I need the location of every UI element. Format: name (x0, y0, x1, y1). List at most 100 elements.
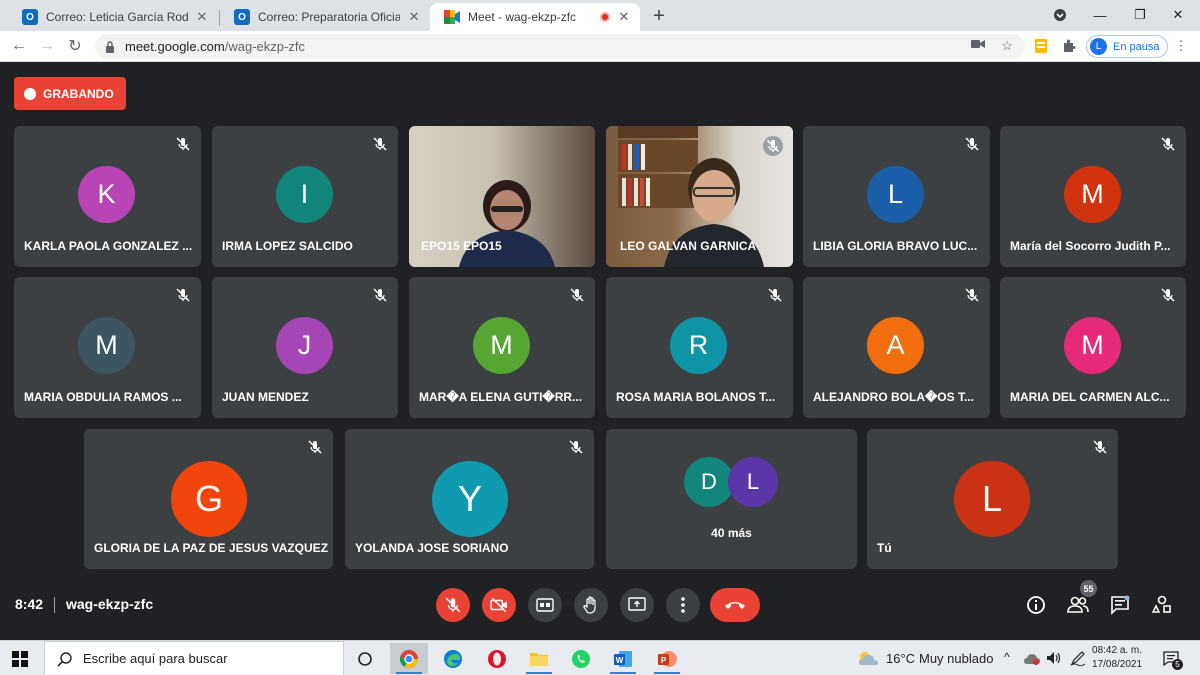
mic-off-icon (176, 137, 190, 151)
windows-start-icon[interactable] (12, 651, 28, 667)
participant-name: EPO15 EPO15 (421, 239, 502, 253)
word-icon: W (614, 650, 632, 667)
folder-icon (530, 652, 548, 666)
info-icon (1027, 596, 1045, 614)
avatar: M (1064, 166, 1121, 223)
present-screen-button[interactable] (620, 588, 654, 622)
activities-button[interactable] (1150, 593, 1174, 617)
taskbar-whatsapp[interactable] (562, 643, 600, 674)
taskbar-chrome[interactable] (390, 643, 428, 674)
powerpoint-icon: P (658, 650, 677, 667)
record-dot-icon (24, 87, 36, 100)
participant-name: MARIA DEL CARMEN ALC... (1010, 390, 1170, 404)
participant-tile[interactable]: R ROSA MARIA BOLANOS T... (606, 277, 793, 418)
participant-name: ROSA MARIA BOLANOS T... (616, 390, 776, 404)
more-participants-label: 40 más (711, 526, 752, 540)
meeting-code: wag-ekzp-zfc (66, 596, 154, 612)
forward-button[interactable]: → (36, 35, 58, 57)
taskbar-clock[interactable]: 08:42 a. m. 17/08/2021 (1092, 644, 1142, 672)
taskbar-opera[interactable] (478, 643, 516, 674)
chat-button[interactable] (1108, 593, 1132, 617)
people-count-badge: 55 (1080, 580, 1097, 597)
present-icon (628, 597, 646, 611)
participant-tile[interactable]: G GLORIA DE LA PAZ DE JESUS VAZQUEZ (84, 429, 333, 569)
avatar: L (954, 461, 1030, 537)
new-tab-button[interactable]: + (648, 5, 670, 27)
tab-meet[interactable]: Meet - wag-ekzp-zfc ✕ (430, 3, 640, 31)
more-participants-tile[interactable]: D L 40 más (606, 429, 857, 569)
more-options-button[interactable] (666, 588, 700, 622)
participant-tile[interactable]: M MARIA OBDULIA RAMOS ... (14, 277, 201, 418)
weather-desc[interactable]: Muy nublado (919, 651, 993, 666)
back-button[interactable]: ← (8, 35, 30, 57)
participant-tile[interactable]: M MARIA DEL CARMEN ALC... (1000, 277, 1186, 418)
participant-name: MAR�A ELENA GUTI�RR... (419, 390, 583, 404)
profile-button[interactable]: L En pausa (1086, 35, 1169, 58)
task-view-button[interactable] (346, 643, 384, 674)
minimize-button[interactable]: — (1084, 4, 1116, 26)
meeting-details-button[interactable] (1024, 593, 1048, 617)
taskbar-word[interactable]: W (604, 643, 642, 674)
clock-time: 08:42 a. m. (1092, 645, 1143, 656)
tab-correo-leticia[interactable]: O Correo: Leticia García Rodríguez ✕ (8, 3, 218, 31)
divider (54, 597, 55, 613)
search-placeholder: Escribe aquí para buscar (83, 651, 228, 666)
participant-tile[interactable]: A ALEJANDRO BOLA�OS T... (803, 277, 990, 418)
weather-temp[interactable]: 16°C (886, 651, 915, 666)
avatar: L (728, 457, 778, 507)
restore-button[interactable]: ❐ (1124, 4, 1156, 26)
tab-correo-preparatoria[interactable]: O Correo: Preparatoria Oficial Num ✕ (220, 3, 430, 31)
close-icon[interactable]: ✕ (406, 9, 422, 25)
reload-button[interactable]: ↻ (64, 35, 86, 57)
outlook-icon: O (234, 9, 250, 25)
show-hidden-icons-icon[interactable]: ^ (1004, 650, 1010, 664)
participant-video-tile[interactable]: LEO GALVAN GARNICA (606, 126, 793, 267)
participant-tile[interactable]: Y YOLANDA JOSE SORIANO (345, 429, 594, 569)
close-icon[interactable]: ✕ (616, 9, 632, 25)
profile-status: En pausa (1113, 40, 1160, 53)
extensions-puzzle-icon[interactable] (1060, 37, 1078, 55)
recording-label: GRABANDO (43, 86, 114, 101)
mic-off-icon (1161, 137, 1175, 151)
taskbar-search[interactable]: Escribe aquí para buscar (44, 641, 344, 675)
url-text: meet.google.com/wag-ekzp-zfc (125, 39, 305, 54)
taskbar-file-explorer[interactable] (520, 643, 558, 674)
menu-kebab-icon[interactable]: ⋮ (1172, 37, 1190, 55)
leave-call-button[interactable] (710, 588, 760, 622)
avatar: L (867, 166, 924, 223)
mic-off-icon (965, 137, 979, 151)
self-tile[interactable]: L Tú (867, 429, 1118, 569)
participant-tile[interactable]: K KARLA PAOLA GONZALEZ ... (14, 126, 201, 267)
edge-icon (444, 649, 462, 668)
volume-icon[interactable] (1046, 651, 1062, 665)
profile-avatar: L (1090, 38, 1107, 55)
captions-button[interactable] (528, 588, 562, 622)
notification-center-button[interactable]: 5 (1162, 649, 1183, 670)
pen-workspace-icon[interactable] (1070, 650, 1086, 666)
avatar: M (78, 317, 135, 374)
participant-tile[interactable]: I IRMA LOPEZ SALCIDO (212, 126, 398, 267)
participant-name: Tú (877, 541, 892, 555)
participant-tile[interactable]: M María del Socorro Judith P... (1000, 126, 1186, 267)
bookmark-star-icon[interactable]: ☆ (1001, 38, 1013, 54)
participant-video-tile[interactable]: EPO15 EPO15 (409, 126, 595, 267)
raise-hand-button[interactable] (574, 588, 608, 622)
task-view-icon (358, 651, 372, 666)
avatar: Y (432, 461, 508, 537)
camera-toggle-button[interactable] (482, 588, 516, 622)
mic-toggle-button[interactable] (436, 588, 470, 622)
address-bar[interactable]: meet.google.com/wag-ekzp-zfc ☆ (95, 34, 1025, 59)
close-window-button[interactable]: ✕ (1162, 4, 1194, 26)
camera-in-use-icon[interactable] (971, 38, 986, 54)
taskbar-powerpoint[interactable]: P (648, 643, 686, 674)
mic-off-icon (570, 288, 584, 302)
onedrive-icon[interactable] (1024, 652, 1040, 665)
tab-search-icon[interactable] (1044, 4, 1076, 26)
taskbar-edge[interactable] (434, 643, 472, 674)
browser-toolbar: ← → ↻ meet.google.com/wag-ekzp-zfc ☆ L E… (0, 31, 1200, 62)
extension-icon[interactable] (1032, 37, 1050, 55)
close-icon[interactable]: ✕ (194, 9, 210, 25)
participant-tile[interactable]: L LIBIA GLORIA BRAVO LUC... (803, 126, 990, 267)
participant-tile[interactable]: M MAR�A ELENA GUTI�RR... (409, 277, 595, 418)
participant-tile[interactable]: J JUAN MENDEZ (212, 277, 398, 418)
